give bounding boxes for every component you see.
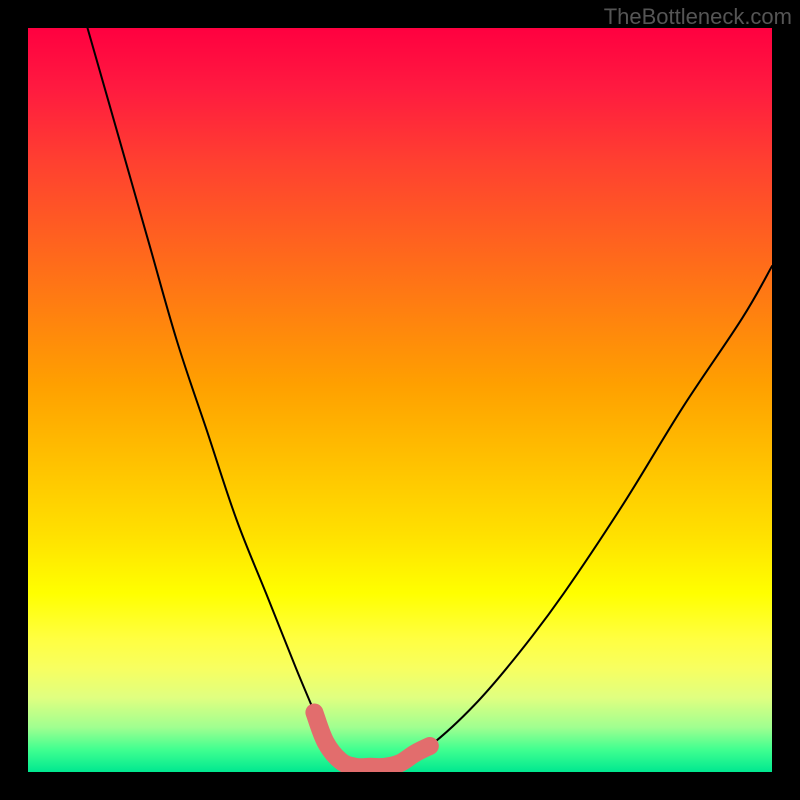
bottleneck-curve <box>88 28 773 767</box>
optimal-region-marker <box>314 713 429 768</box>
watermark-text: TheBottleneck.com <box>604 4 792 30</box>
chart-svg <box>28 28 772 772</box>
plot-area <box>28 28 772 772</box>
